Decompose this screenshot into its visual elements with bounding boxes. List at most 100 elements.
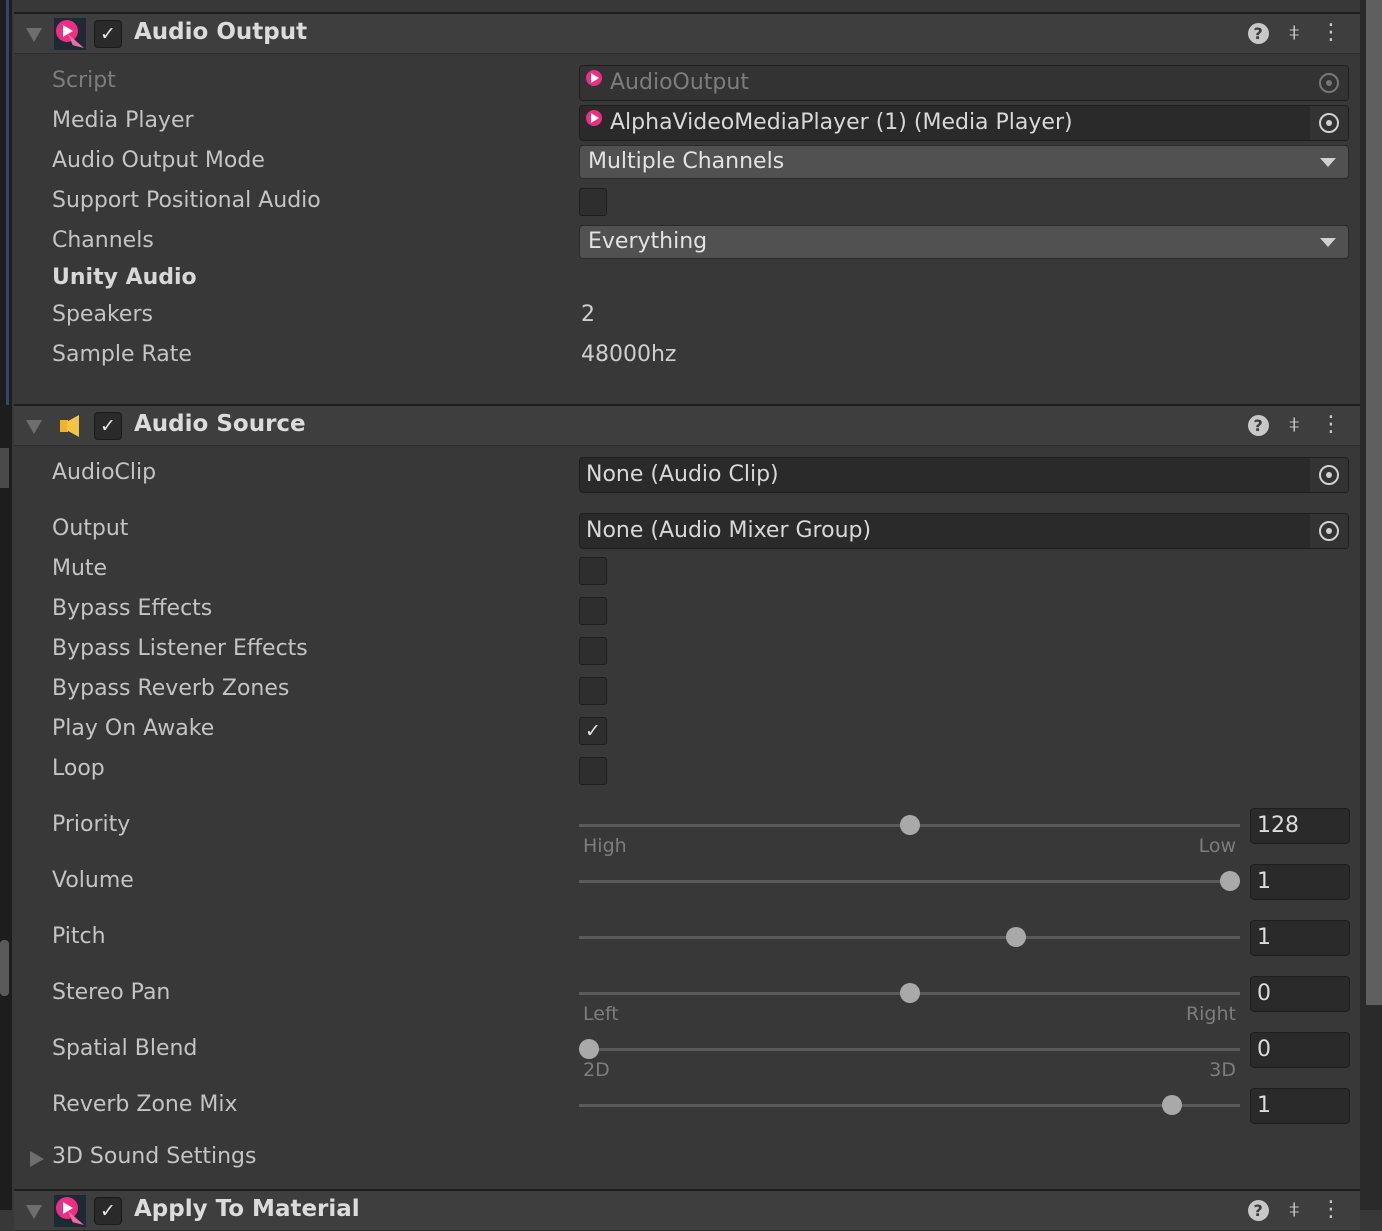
channels-label: Channels [52, 228, 154, 253]
priority-value-field[interactable]: 128 [1250, 808, 1350, 844]
stereo-pan-value-field[interactable]: 0 [1250, 976, 1350, 1012]
mute-label: Mute [52, 556, 108, 581]
output-field[interactable]: None (Audio Mixer Group) [579, 513, 1349, 549]
priority-slider-thumb[interactable] [899, 815, 920, 835]
pitch-slider-thumb[interactable] [1006, 927, 1027, 947]
component-title: Audio Output [134, 19, 308, 45]
bypass-reverb-zones-label: Bypass Reverb Zones [52, 676, 290, 701]
scrollbar-thumb[interactable] [1366, 0, 1382, 1005]
speakers-value: 2 [581, 302, 595, 327]
script-icon [586, 70, 608, 92]
audio-output-mode-label: Audio Output Mode [52, 148, 265, 173]
play-on-awake-label: Play On Awake [52, 716, 215, 741]
script-label: Script [52, 68, 116, 93]
sample-rate-label: Sample Rate [52, 342, 192, 367]
channels-dropdown[interactable]: Everything [579, 225, 1349, 259]
reverb-zone-mix-label: Reverb Zone Mix [52, 1092, 238, 1117]
output-label: Output [52, 516, 129, 541]
audio-output-header[interactable]: ✓ Audio Output ? ⧧ ⋮ [14, 12, 1360, 54]
audioclip-label: AudioClip [52, 460, 157, 485]
sample-rate-value: 48000hz [581, 342, 677, 367]
audioclip-value: None (Audio Clip) [586, 462, 779, 487]
pitch-label: Pitch [52, 924, 106, 949]
component-title: Apply To Material [134, 1196, 360, 1222]
stereo-pan-min-label: Left [583, 1003, 619, 1025]
foldout-arrow-icon[interactable] [26, 1205, 42, 1219]
apply-to-material-component-icon [54, 1195, 86, 1227]
spatial-blend-slider[interactable] [579, 1039, 1240, 1059]
stereo-pan-slider-thumb[interactable] [899, 983, 920, 1003]
help-icon[interactable]: ? [1247, 23, 1269, 44]
dropdown-arrow-icon [1320, 238, 1336, 247]
audio-output-enabled-checkbox[interactable]: ✓ [94, 20, 122, 48]
help-icon[interactable]: ? [1247, 415, 1269, 436]
support-positional-audio-label: Support Positional Audio [52, 188, 321, 213]
3d-sound-settings-foldout[interactable]: 3D Sound Settings [52, 1144, 256, 1169]
presets-sliders-icon[interactable]: ⧧ [1289, 412, 1300, 437]
support-positional-audio-checkbox[interactable] [579, 188, 607, 216]
audio-output-component-icon [54, 18, 86, 50]
dropdown-arrow-icon [1320, 158, 1336, 167]
object-picker-icon[interactable] [1310, 106, 1348, 140]
loop-label: Loop [52, 756, 105, 781]
media-player-field[interactable]: AlphaVideoMediaPlayer (1) (Media Player) [579, 105, 1349, 141]
media-player-icon [586, 110, 608, 132]
spatial-blend-value-field[interactable]: 0 [1250, 1032, 1350, 1068]
speaker-icon [58, 414, 82, 438]
help-icon[interactable]: ? [1247, 1200, 1269, 1221]
bypass-listener-effects-checkbox[interactable] [579, 637, 607, 665]
priority-slider[interactable] [579, 815, 1240, 835]
dropdown-value: Everything [588, 229, 708, 254]
more-options-icon[interactable]: ⋮ [1320, 20, 1342, 45]
spatial-blend-label: Spatial Blend [52, 1036, 198, 1061]
bypass-reverb-zones-checkbox[interactable] [579, 677, 607, 705]
object-picker-icon [1310, 66, 1348, 100]
reverb-zone-mix-slider[interactable] [579, 1095, 1240, 1115]
unity-audio-heading: Unity Audio [52, 265, 197, 290]
reverb-zone-mix-slider-thumb[interactable] [1161, 1095, 1182, 1115]
media-player-label: Media Player [52, 108, 194, 133]
foldout-arrow-icon[interactable] [26, 420, 42, 434]
priority-min-label: High [583, 835, 627, 857]
spatial-blend-slider-thumb[interactable] [579, 1039, 599, 1059]
audio-source-enabled-checkbox[interactable]: ✓ [94, 412, 122, 440]
presets-sliders-icon[interactable]: ⧧ [1289, 20, 1300, 45]
pitch-value-field[interactable]: 1 [1250, 920, 1350, 956]
component-title: Audio Source [134, 411, 306, 437]
left-scrollbar-thumb[interactable] [0, 940, 9, 996]
inspector-scrollbar[interactable] [1360, 0, 1382, 1210]
stereo-pan-slider[interactable] [579, 983, 1240, 1003]
audioclip-field[interactable]: None (Audio Clip) [579, 457, 1349, 493]
bypass-listener-effects-label: Bypass Listener Effects [52, 636, 308, 661]
stereo-pan-label: Stereo Pan [52, 980, 171, 1005]
output-value: None (Audio Mixer Group) [586, 518, 872, 543]
dropdown-value: Multiple Channels [588, 149, 785, 174]
apply-to-material-enabled-checkbox[interactable]: ✓ [94, 1197, 122, 1225]
volume-slider-thumb[interactable] [1220, 871, 1240, 891]
script-field: AudioOutput [579, 65, 1349, 101]
audio-output-mode-dropdown[interactable]: Multiple Channels [579, 145, 1349, 179]
audio-source-header[interactable]: ✓ Audio Source ? ⧧ ⋮ [14, 404, 1360, 446]
volume-label: Volume [52, 868, 134, 893]
reverb-zone-mix-value-field[interactable]: 1 [1250, 1088, 1350, 1124]
volume-value-field[interactable]: 1 [1250, 864, 1350, 900]
bypass-effects-checkbox[interactable] [579, 597, 607, 625]
object-picker-icon[interactable] [1310, 458, 1348, 492]
stereo-pan-max-label: Right [1185, 1003, 1236, 1025]
foldout-arrow-icon[interactable] [26, 28, 42, 42]
left-panel-edge [0, 0, 12, 1210]
mute-checkbox[interactable] [579, 557, 607, 585]
apply-to-material-header[interactable]: ✓ Apply To Material ? ⧧ ⋮ [14, 1189, 1360, 1231]
pitch-slider[interactable] [579, 927, 1240, 947]
foldout-arrow-icon[interactable] [30, 1151, 44, 1167]
priority-label: Priority [52, 812, 131, 837]
play-on-awake-checkbox[interactable]: ✓ [579, 717, 607, 745]
speakers-label: Speakers [52, 302, 153, 327]
more-options-icon[interactable]: ⋮ [1320, 412, 1342, 437]
script-value: AudioOutput [610, 70, 749, 95]
object-picker-icon[interactable] [1310, 514, 1348, 548]
media-player-value: AlphaVideoMediaPlayer (1) (Media Player) [610, 110, 1073, 135]
spatial-blend-min-label: 2D [583, 1059, 610, 1081]
loop-checkbox[interactable] [579, 757, 607, 785]
volume-slider[interactable] [579, 871, 1240, 891]
